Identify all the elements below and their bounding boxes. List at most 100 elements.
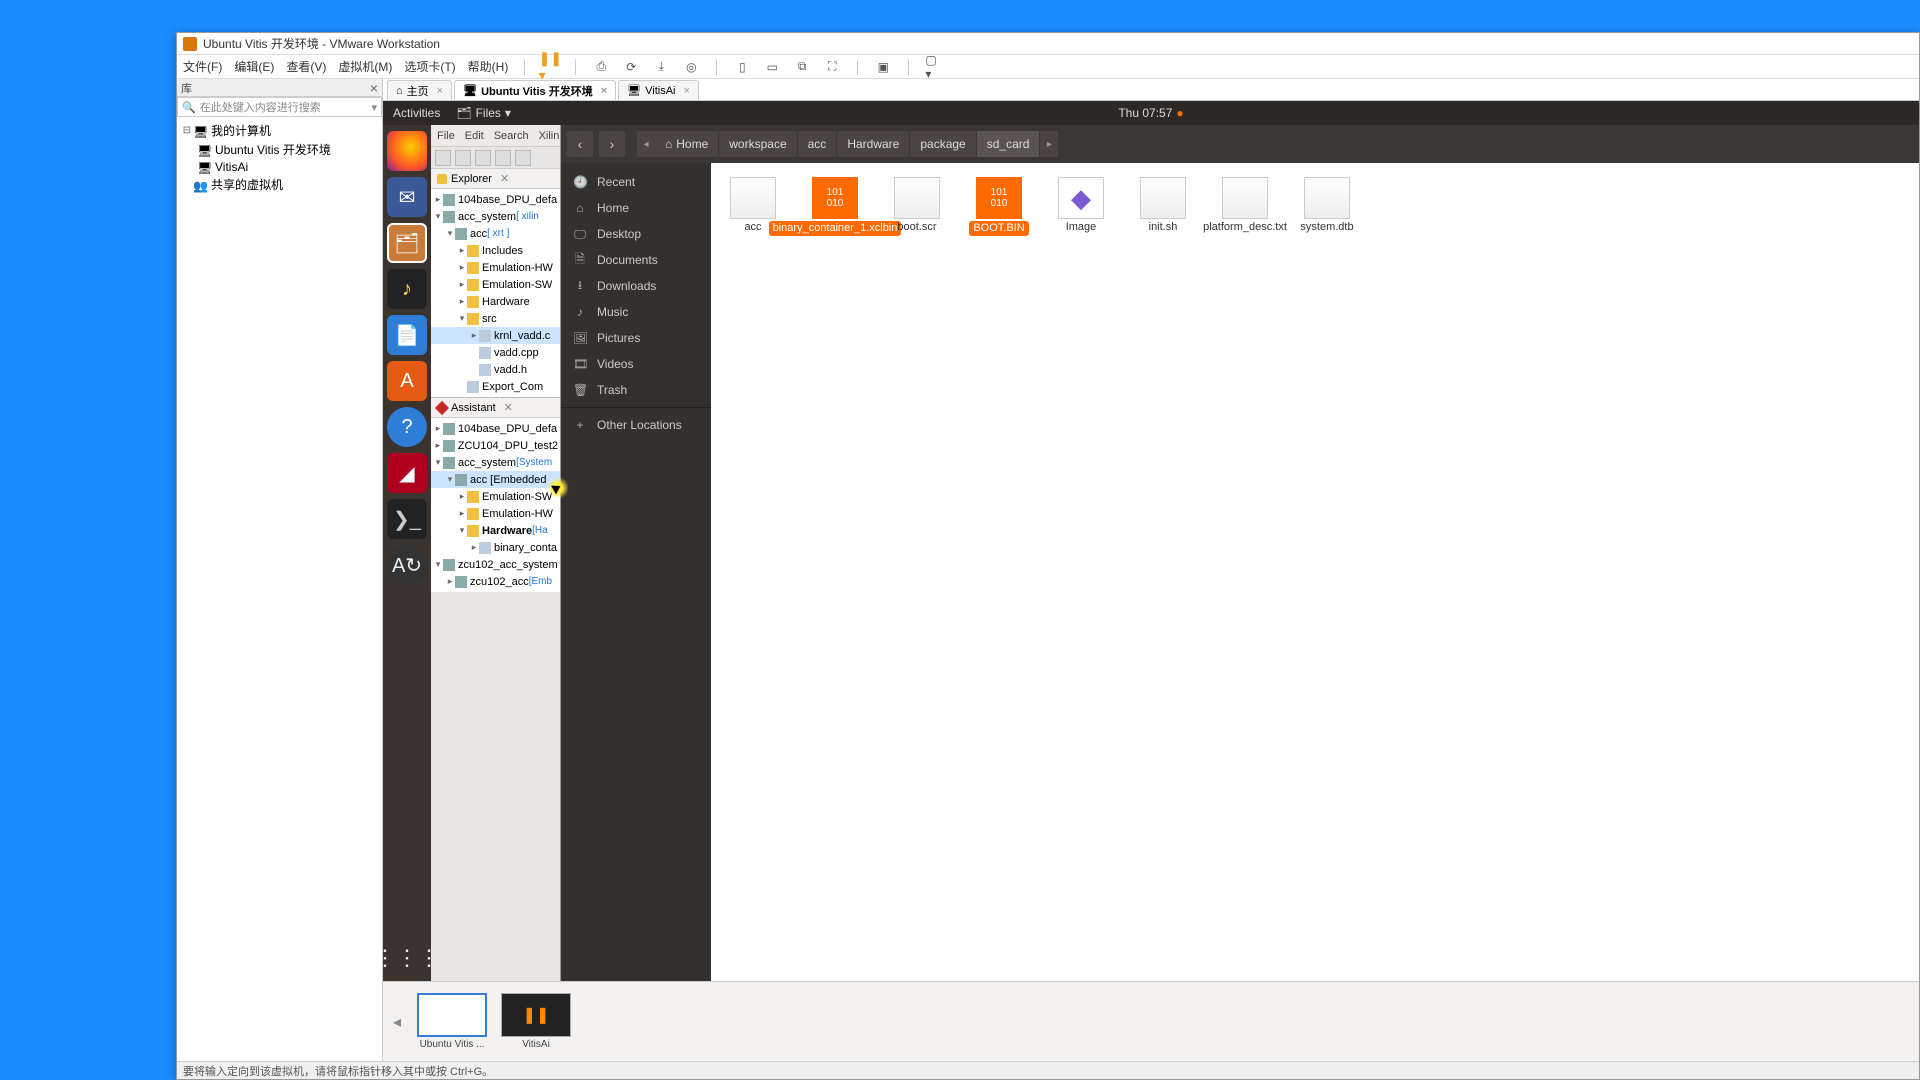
snapshot-button[interactable]: ⎙ [592, 58, 610, 76]
tb-new[interactable] [435, 150, 451, 166]
file-initsh[interactable]: init.sh [1131, 177, 1195, 236]
tree-item[interactable]: ▸binary_conta [431, 539, 560, 556]
dock-software[interactable]: A [387, 361, 427, 401]
clock[interactable]: Thu 07:57● [1118, 106, 1183, 120]
tree-item[interactable]: ▾acc [Embedded [431, 471, 560, 488]
app-menu[interactable]: 🗂 Files ▾ [456, 106, 511, 120]
close-icon[interactable]: × [437, 85, 443, 97]
dropdown-icon[interactable]: ▾ [371, 101, 377, 114]
fullscreen-button[interactable]: ▣ [874, 58, 892, 76]
side-downloads[interactable]: ⭳Downloads [561, 273, 711, 299]
tb-save[interactable] [455, 150, 471, 166]
path-home[interactable]: ⌂Home [655, 131, 719, 157]
nautilus-content[interactable]: acc 101010binary_container_1.xclbin boot… [711, 163, 1919, 981]
side-pictures[interactable]: 🖼Pictures [561, 325, 711, 351]
file-image[interactable]: Image [1049, 177, 1113, 236]
tb-debug[interactable] [495, 150, 511, 166]
menu-tabs[interactable]: 选项卡(T) [404, 58, 455, 75]
path-up-button[interactable]: ◂ [637, 131, 655, 157]
tree-item[interactable]: ▸104base_DPU_defa [431, 191, 560, 208]
side-other[interactable]: +Other Locations [561, 412, 711, 438]
nav-forward-button[interactable]: › [599, 131, 625, 157]
collapse-icon[interactable]: ⊟ [181, 125, 193, 136]
close-icon[interactable]: ✕ [500, 172, 509, 185]
side-home[interactable]: ⌂Home [561, 195, 711, 221]
side-trash[interactable]: 🗑Trash [561, 377, 711, 403]
dock-thunderbird[interactable]: ✉ [387, 177, 427, 217]
tree-item[interactable]: ▸Emulation-SW [431, 488, 560, 505]
library-close-button[interactable]: × [370, 80, 378, 96]
file-platformdesc[interactable]: platform_desc.txt [1213, 177, 1277, 236]
vitis-menu-search[interactable]: Search [494, 130, 529, 142]
lib-node-shared[interactable]: 👥 共享的虚拟机 [181, 175, 378, 194]
tree-item[interactable]: ▸Emulation-HW [431, 505, 560, 522]
file-bootbin[interactable]: 101010BOOT.BIN [967, 177, 1031, 236]
dock-writer[interactable]: 📄 [387, 315, 427, 355]
manage-button[interactable]: ◎ [682, 58, 700, 76]
tree-item[interactable]: ▾Hardware [Ha [431, 522, 560, 539]
tree-item[interactable]: ▸ZCU104_DPU_test2 [431, 437, 560, 454]
dock-vitis[interactable]: ◢ [387, 453, 427, 493]
side-music[interactable]: ♪Music [561, 299, 711, 325]
tree-item[interactable]: ▾zcu102_acc_system [431, 556, 560, 573]
close-icon[interactable]: ✕ [504, 401, 513, 414]
layout4-button[interactable]: ⛶ [823, 58, 841, 76]
tree-item[interactable]: ▸Emulation-SW [431, 276, 560, 293]
file-binary-container[interactable]: 101010binary_container_1.xclbin [803, 177, 867, 236]
vm-tab-2[interactable]: 🖥 VitisAi × [618, 80, 699, 100]
dock-files[interactable]: 🗂 [387, 223, 427, 263]
activities-button[interactable]: Activities [393, 106, 440, 120]
tree-item[interactable]: vadd.h [431, 361, 560, 378]
file-systemdtb[interactable]: system.dtb [1295, 177, 1359, 236]
layout1-button[interactable]: ▯ [733, 58, 751, 76]
menu-view[interactable]: 查看(V) [286, 58, 326, 75]
tree-item[interactable]: ▸Includes [431, 242, 560, 259]
dock-rhythmbox[interactable]: ♪ [387, 269, 427, 309]
menu-file[interactable]: 文件(F) [183, 58, 222, 75]
vitis-menu-file[interactable]: File [437, 130, 455, 142]
path-seg-current[interactable]: sd_card [977, 131, 1041, 157]
side-documents[interactable]: 🗎Documents [561, 247, 711, 273]
path-seg[interactable]: package [910, 131, 976, 157]
lib-node-vm1[interactable]: 🖥 Ubuntu Vitis 开发环境 [181, 140, 378, 159]
layout2-button[interactable]: ▭ [763, 58, 781, 76]
tree-item[interactable]: ▸Emulation-HW [431, 259, 560, 276]
tree-item[interactable]: ▾src [431, 310, 560, 327]
dock-firefox[interactable] [387, 131, 427, 171]
file-bootscr[interactable]: boot.scr [885, 177, 949, 236]
path-seg[interactable]: workspace [719, 131, 797, 157]
tree-item[interactable]: ▾acc_system [System [431, 454, 560, 471]
close-icon[interactable]: × [683, 85, 689, 97]
thumb-vm1[interactable]: Ubuntu Vitis ... [417, 993, 487, 1050]
library-search[interactable]: 🔍 在此处键入内容进行搜索 ▾ [177, 97, 382, 117]
guest-display[interactable]: Activities 🗂 Files ▾ Thu 07:57● ✉ 🗂 [383, 101, 1919, 1061]
dock-help[interactable]: ? [387, 407, 427, 447]
close-icon[interactable]: × [601, 85, 607, 97]
lib-node-vm2[interactable]: 🖥 VitisAi [181, 159, 378, 175]
explorer-tab[interactable]: Explorer ✕ [431, 169, 560, 189]
vitis-menu-edit[interactable]: Edit [465, 130, 484, 142]
layout3-button[interactable]: ⧉ [793, 58, 811, 76]
dock-terminal[interactable]: ❯_ [387, 499, 427, 539]
tb-run[interactable] [515, 150, 531, 166]
menu-vm[interactable]: 虚拟机(M) [338, 58, 392, 75]
assistant-tab[interactable]: Assistant ✕ [431, 398, 560, 418]
side-recent[interactable]: 🕘Recent [561, 169, 711, 195]
path-seg[interactable]: Hardware [837, 131, 910, 157]
tree-item[interactable]: vadd.cpp [431, 344, 560, 361]
side-desktop[interactable]: 🖵Desktop [561, 221, 711, 247]
tb-build[interactable] [475, 150, 491, 166]
tree-item[interactable]: ▸Hardware [431, 293, 560, 310]
thumb-prev[interactable]: ◂ [393, 1012, 403, 1032]
nav-back-button[interactable]: ‹ [567, 131, 593, 157]
tree-item-selected[interactable]: ▸krnl_vadd.c [431, 327, 560, 344]
path-seg[interactable]: acc [798, 131, 838, 157]
vm-tab-home[interactable]: ⌂ 主页 × [387, 80, 452, 100]
revert-button[interactable]: ⤓ [652, 58, 670, 76]
menu-edit[interactable]: 编辑(E) [234, 58, 274, 75]
vm-tab-1[interactable]: 🖥 Ubuntu Vitis 开发环境 × [454, 80, 616, 100]
path-more-button[interactable]: ▸ [1040, 131, 1058, 157]
tree-item[interactable]: ▾acc_system [ xilin [431, 208, 560, 225]
unity-button[interactable]: ▢ ▾ [925, 58, 943, 76]
thumb-vm2[interactable]: ❚❚ VitisAi [501, 993, 571, 1050]
